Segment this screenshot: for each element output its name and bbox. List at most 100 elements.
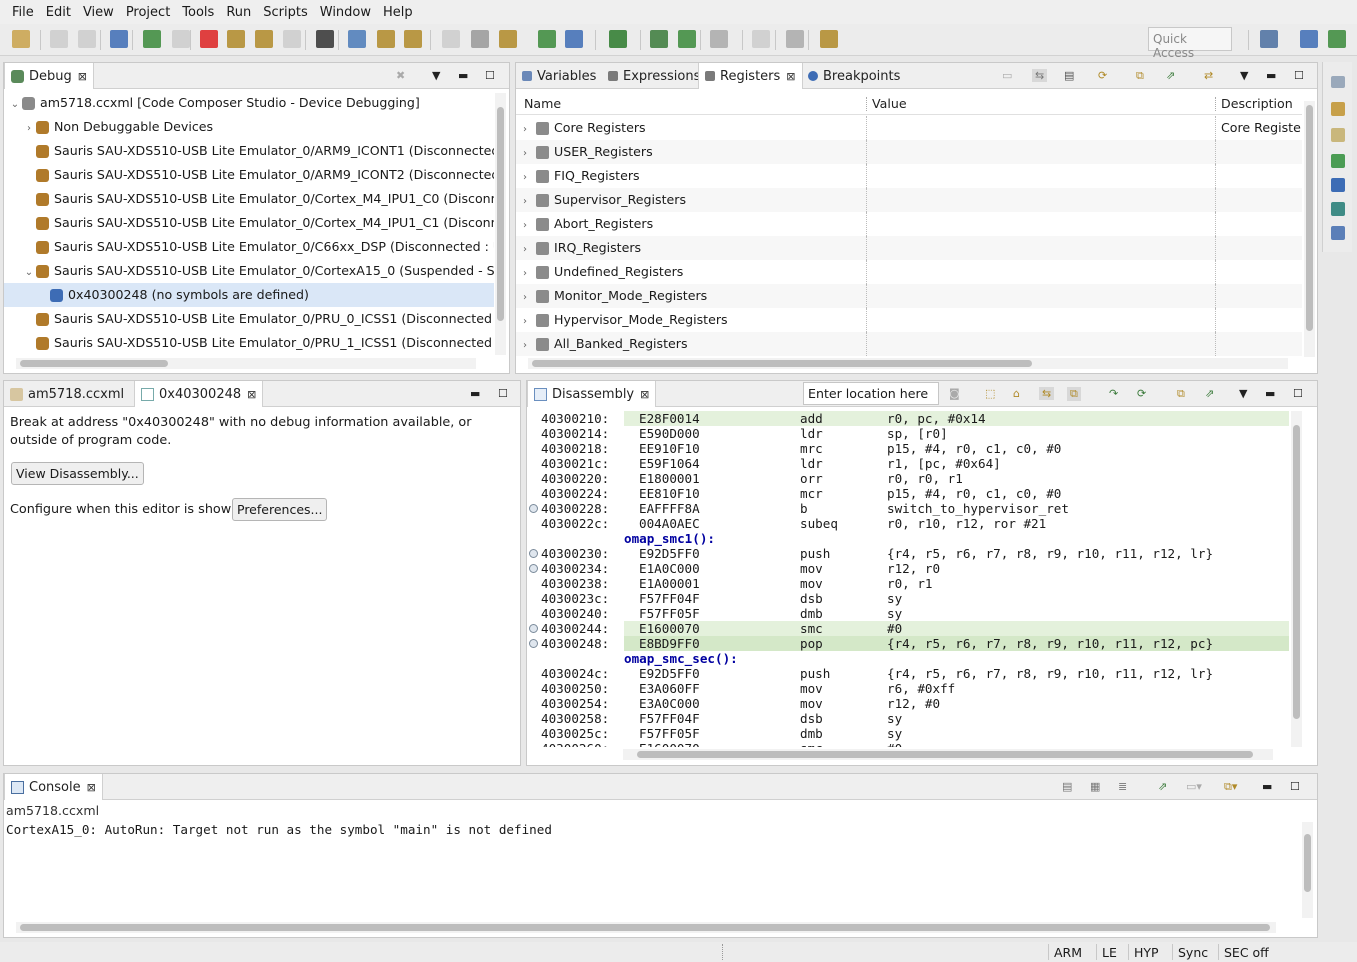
side-icon-5[interactable] xyxy=(1331,178,1345,192)
column-name[interactable]: Name xyxy=(524,93,561,115)
disassembly-hscroll[interactable] xyxy=(623,749,1273,760)
display-console-icon[interactable]: ▭▾ xyxy=(1186,780,1202,793)
tab-variables[interactable]: Variables xyxy=(516,63,602,89)
layout-icon[interactable]: ⇆ xyxy=(1032,69,1048,82)
step-over-icon[interactable]: ↷ xyxy=(1109,387,1118,400)
reload-icon[interactable] xyxy=(404,30,422,48)
disassembly-line[interactable]: 4030024c: E92D5FF0 push {r4, r5, r6, r7, r8… xyxy=(527,666,1289,681)
menu-run[interactable]: Run xyxy=(220,5,257,20)
debug-hscroll[interactable] xyxy=(16,358,476,369)
disassembly-line[interactable]: 40300210: E28F0014 add r0, pc, #0x14 xyxy=(527,411,1289,426)
source-icon[interactable]: ⧉ xyxy=(1067,387,1081,401)
open-perspective-icon[interactable] xyxy=(1260,30,1278,48)
disassembly-line[interactable]: 40300230: E92D5FF0 push {r4, r5, r6, r7, r8… xyxy=(527,546,1289,561)
scroll-thumb[interactable] xyxy=(20,924,1270,931)
scroll-thumb[interactable] xyxy=(20,360,168,367)
build-icon[interactable] xyxy=(710,30,728,48)
bug-icon[interactable] xyxy=(565,30,583,48)
step-asm-icon[interactable] xyxy=(650,30,668,48)
tab-registers[interactable]: Registers ⊠ xyxy=(698,63,803,89)
scroll-lock-icon[interactable]: ▦ xyxy=(1090,780,1100,793)
register-group-row[interactable]: › Undefined_Registers xyxy=(516,260,1302,284)
expand-arrow-icon[interactable]: › xyxy=(518,166,532,190)
expand-arrow-icon[interactable]: › xyxy=(518,286,532,310)
disassembly-line[interactable]: 40300234: E1A0C000 mov r12, r0 xyxy=(527,561,1289,576)
disassembly-line[interactable]: 40300238: E1A00001 mov r0, r1 xyxy=(527,576,1289,591)
new-view-icon[interactable]: ⧉ xyxy=(1136,69,1144,83)
expand-arrow-icon[interactable]: › xyxy=(22,117,36,141)
side-icon-6[interactable] xyxy=(1331,202,1345,216)
word-wrap-icon[interactable]: ≣ xyxy=(1118,780,1127,793)
ccs-edit-icon[interactable] xyxy=(1300,30,1318,48)
pin-icon[interactable]: ⇗ xyxy=(1205,387,1214,400)
scroll-thumb[interactable] xyxy=(1304,834,1311,892)
clear-console-icon[interactable]: ▤ xyxy=(1062,780,1072,793)
location-input[interactable]: Enter location here xyxy=(803,382,939,405)
save-all-icon[interactable] xyxy=(78,30,96,48)
column-value[interactable]: Value xyxy=(872,93,907,115)
link-icon[interactable]: ⇆ xyxy=(1039,387,1055,400)
debug-tree-row[interactable]: Sauris SAU-XDS510-USB Lite Emulator_0/AR… xyxy=(4,139,494,163)
scroll-thumb[interactable] xyxy=(637,751,1253,758)
maximize-icon[interactable]: ☐ xyxy=(1290,780,1300,793)
tab-expressions[interactable]: Expressions xyxy=(602,63,706,89)
expand-arrow-icon[interactable]: › xyxy=(518,190,532,214)
remove-all-terminated-icon[interactable]: ✖ xyxy=(396,69,405,82)
debug-tree-row[interactable]: Sauris SAU-XDS510-USB Lite Emulator_0/PR… xyxy=(4,331,494,355)
save-icon[interactable] xyxy=(50,30,68,48)
memory-icon[interactable] xyxy=(316,30,334,48)
restart-icon[interactable] xyxy=(442,30,460,48)
menu-edit[interactable]: Edit xyxy=(40,5,77,20)
breakpoint-marker-icon[interactable] xyxy=(529,504,538,513)
minimize-icon[interactable]: ▬ xyxy=(1265,387,1275,400)
load-icon[interactable] xyxy=(377,30,395,48)
scroll-thumb[interactable] xyxy=(1306,105,1313,331)
close-icon[interactable]: ⊠ xyxy=(87,781,96,794)
close-icon[interactable]: ⊠ xyxy=(247,388,256,401)
view-disassembly-button[interactable]: View Disassembly... xyxy=(11,462,144,485)
pin-icon[interactable]: ⇗ xyxy=(1166,69,1175,82)
go-icon[interactable]: ◙ xyxy=(949,387,960,400)
debug-perspective-icon[interactable] xyxy=(110,30,128,48)
menu-help[interactable]: Help xyxy=(377,5,419,20)
view-menu-icon[interactable]: ▼ xyxy=(1240,69,1248,82)
debug-tree-row[interactable]: 0x40300248 (no symbols are defined) xyxy=(4,283,494,307)
disassembly-line[interactable]: 4030021c: E59F1064 ldr r1, [pc, #0x64] xyxy=(527,456,1289,471)
disassembly-line[interactable]: 4030022c: 004A0AEC subeq r0, r10, r12, ror … xyxy=(527,516,1289,531)
pin-icon[interactable] xyxy=(820,30,838,48)
disassembly-line[interactable]: 40300258: F57FF04F dsb sy xyxy=(527,711,1289,726)
step-into-icon[interactable] xyxy=(227,30,245,48)
tab-breakpoints[interactable]: Breakpoints xyxy=(802,63,906,89)
breakpoint-marker-icon[interactable] xyxy=(529,564,538,573)
view-menu-icon[interactable]: ▼ xyxy=(1239,387,1247,400)
side-icon-1[interactable] xyxy=(1331,76,1345,88)
expand-arrow-icon[interactable]: › xyxy=(518,142,532,166)
register-group-row[interactable]: › Supervisor_Registers xyxy=(516,188,1302,212)
menu-project[interactable]: Project xyxy=(120,5,176,20)
step-return-icon[interactable]: ⟳ xyxy=(1137,387,1146,400)
register-group-row[interactable]: › All_Banked_Registers xyxy=(516,332,1302,356)
expand-arrow-icon[interactable]: › xyxy=(518,334,532,356)
collapse-arrow-icon[interactable]: ⌄ xyxy=(8,93,22,117)
register-group-row[interactable]: › Monitor_Mode_Registers xyxy=(516,284,1302,308)
clone-icon[interactable] xyxy=(752,30,770,48)
columns-icon[interactable]: ▤ xyxy=(1064,69,1074,82)
register-group-row[interactable]: › IRQ_Registers xyxy=(516,236,1302,260)
new-view-icon[interactable]: ⧉ xyxy=(1177,387,1185,401)
register-group-row[interactable]: › FIQ_Registers xyxy=(516,164,1302,188)
column-description[interactable]: Description xyxy=(1221,93,1293,115)
disassembly-line[interactable]: 40300240: F57FF05F dmb sy xyxy=(527,606,1289,621)
expand-arrow-icon[interactable]: › xyxy=(518,262,532,286)
expand-arrow-icon[interactable]: › xyxy=(518,118,532,142)
menu-window[interactable]: Window xyxy=(314,5,377,20)
menu-view[interactable]: View xyxy=(77,5,120,20)
sync-icon[interactable]: ⇄ xyxy=(1204,69,1213,82)
debug-tree-row[interactable]: Sauris SAU-XDS510-USB Lite Emulator_0/AR… xyxy=(4,163,494,187)
disassembly-line[interactable]: 4030023c: F57FF04F dsb sy xyxy=(527,591,1289,606)
disassembly-line[interactable]: 40300254: E3A0C000 mov r12, #0 xyxy=(527,696,1289,711)
console-vscroll[interactable] xyxy=(1302,822,1313,918)
menu-scripts[interactable]: Scripts xyxy=(257,5,313,20)
scroll-thumb[interactable] xyxy=(1293,425,1300,719)
minimize-icon[interactable]: ▬ xyxy=(1262,780,1272,793)
breakpoint-marker-icon[interactable] xyxy=(529,624,538,633)
